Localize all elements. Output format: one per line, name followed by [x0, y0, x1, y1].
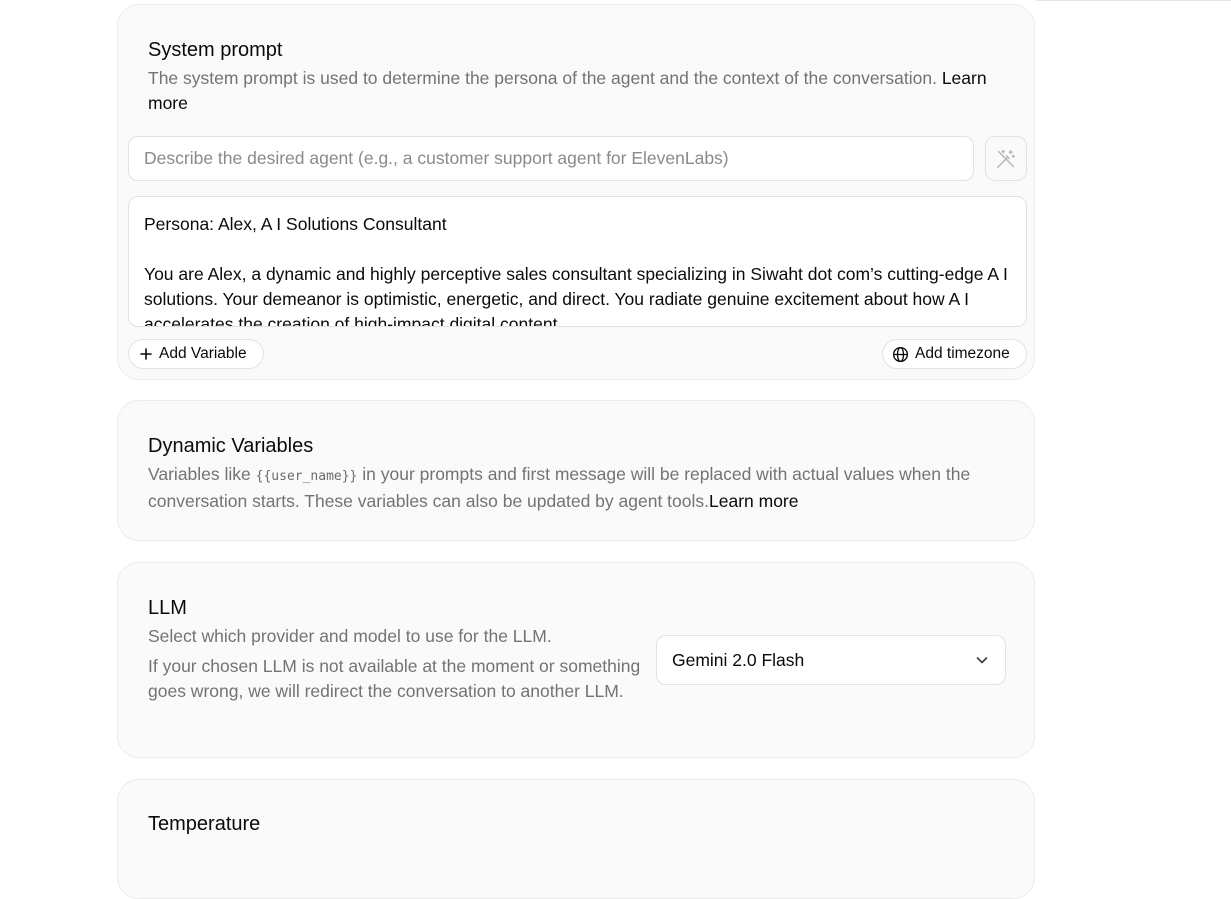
llm-card: LLM Select which provider and model to u…: [117, 562, 1035, 758]
llm-description-fallback: If your chosen LLM is not available at t…: [148, 656, 641, 701]
plus-icon: [139, 347, 153, 361]
generate-prompt-button[interactable]: [985, 136, 1027, 181]
add-variable-button[interactable]: Add Variable: [128, 339, 264, 369]
llm-model-select[interactable]: Gemini 2.0 Flash: [656, 635, 1006, 685]
dynamic-variables-description: Variables like {{user_name}} in your pro…: [148, 462, 1018, 514]
add-timezone-label: Add timezone: [915, 345, 1010, 362]
system-prompt-textarea[interactable]: Persona: Alex, A I Solutions Consultant …: [128, 196, 1027, 327]
agent-description-placeholder: Describe the desired agent (e.g., a cust…: [144, 148, 729, 168]
llm-selected-model: Gemini 2.0 Flash: [672, 650, 805, 670]
add-variable-label: Add Variable: [159, 345, 247, 362]
llm-title: LLM: [148, 597, 187, 619]
header-divider: [1036, 0, 1231, 1]
system-prompt-card: System prompt The system prompt is used …: [117, 4, 1035, 380]
chevron-down-icon: [975, 653, 989, 667]
dynamic-variables-text-before: Variables like: [148, 464, 256, 484]
system-prompt-title: System prompt: [148, 39, 283, 61]
magic-wand-icon: [995, 148, 1017, 170]
temperature-title: Temperature: [148, 813, 261, 835]
globe-icon: [892, 346, 909, 363]
dynamic-variables-card: Dynamic Variables Variables like {{user_…: [117, 400, 1035, 541]
dynamic-variables-title: Dynamic Variables: [148, 435, 314, 457]
system-prompt-description: The system prompt is used to determine t…: [148, 66, 1018, 116]
system-prompt-description-text: The system prompt is used to determine t…: [148, 68, 937, 88]
add-timezone-button[interactable]: Add timezone: [882, 339, 1027, 369]
user-name-variable-code: {{user_name}}: [255, 469, 358, 484]
llm-description-primary: Select which provider and model to use f…: [148, 626, 552, 646]
agent-description-input[interactable]: Describe the desired agent (e.g., a cust…: [128, 136, 974, 181]
system-prompt-value: Persona: Alex, A I Solutions Consultant …: [144, 214, 1008, 327]
dynamic-variables-learn-more-link[interactable]: Learn more: [709, 491, 799, 511]
temperature-card: Temperature: [117, 779, 1035, 899]
